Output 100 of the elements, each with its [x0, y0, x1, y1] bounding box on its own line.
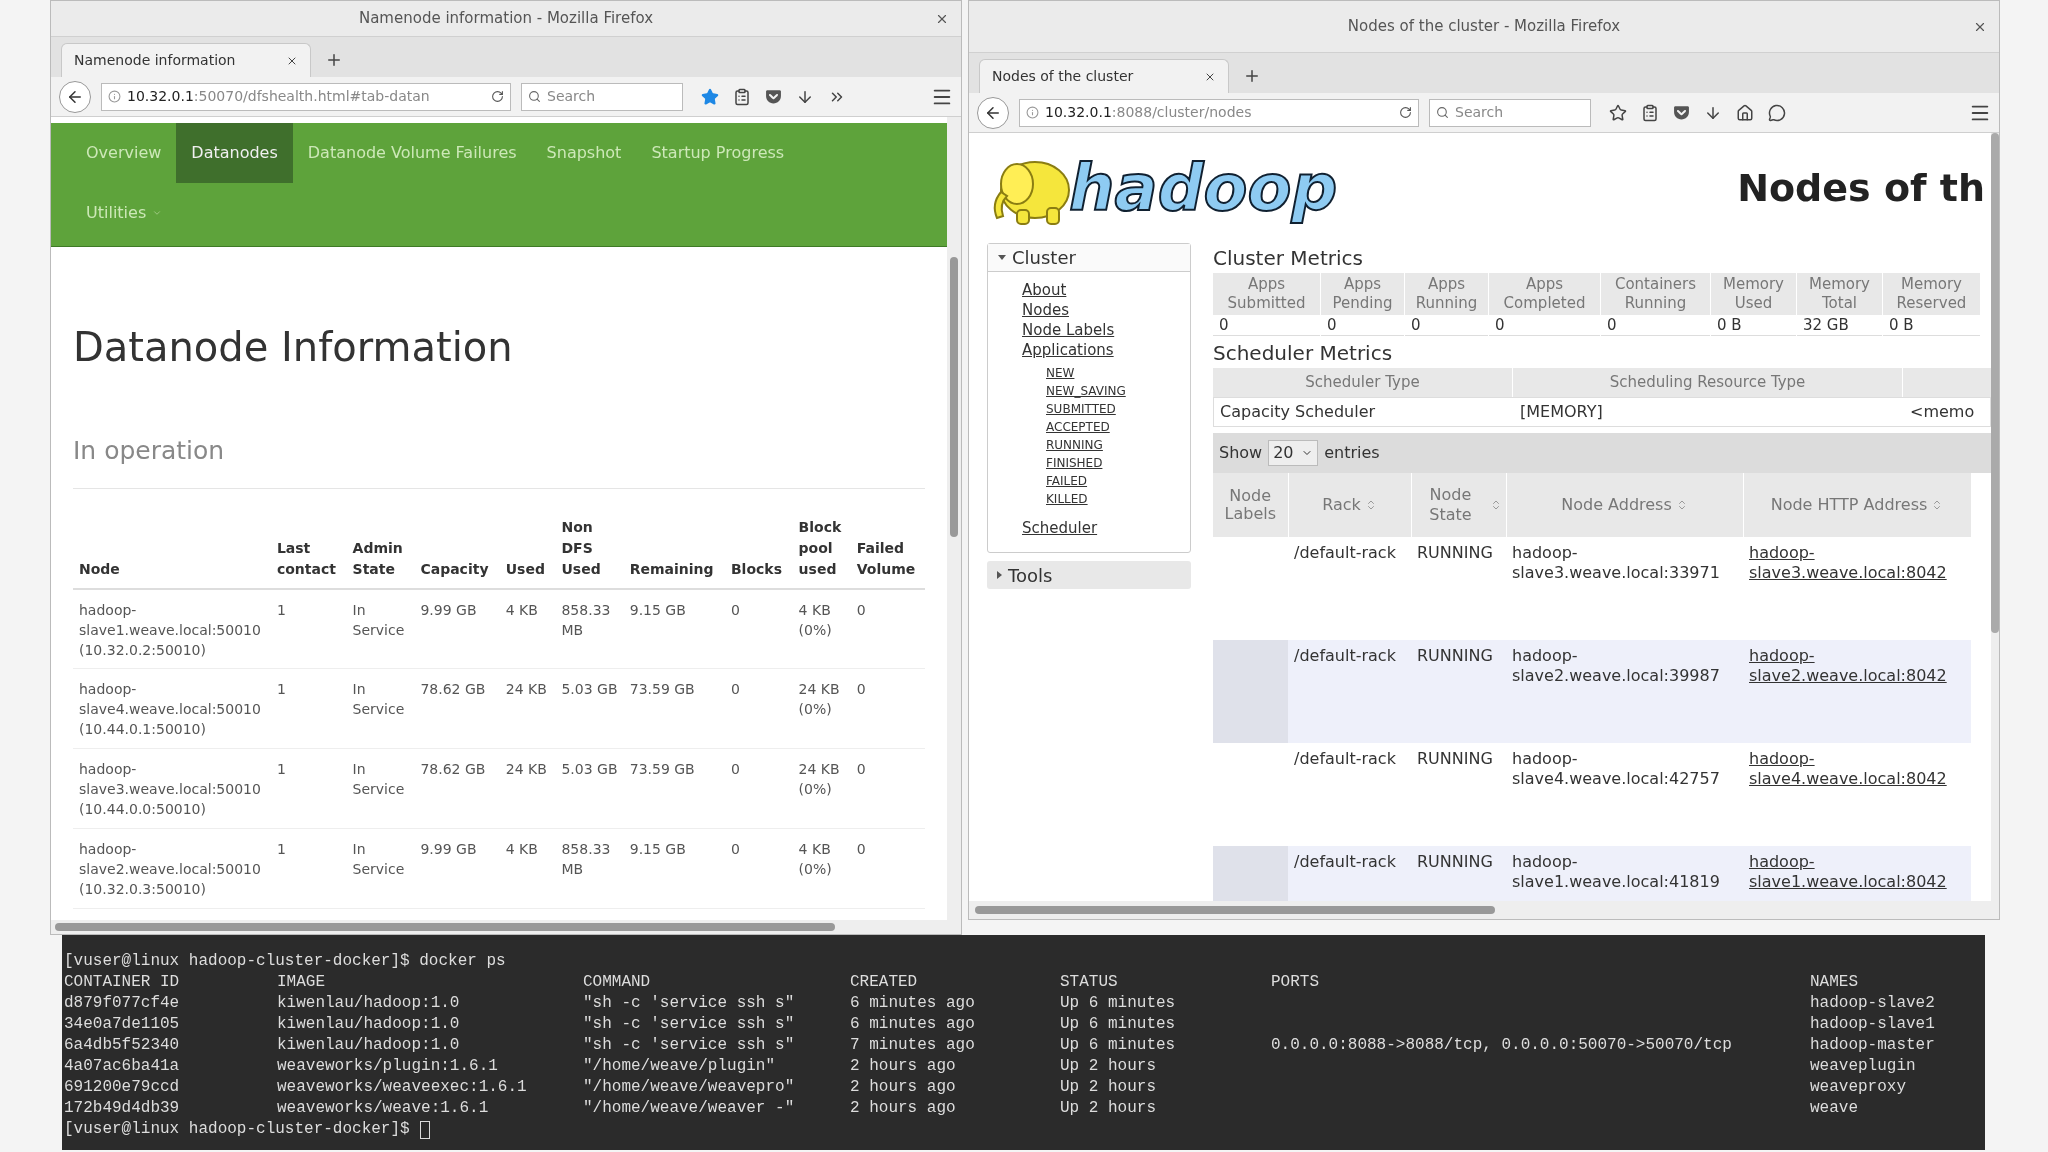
- nav-tab[interactable]: Datanodes: [176, 123, 293, 183]
- chat-icon[interactable]: [1768, 103, 1786, 122]
- column-header[interactable]: Node Labels: [1217, 486, 1284, 523]
- table-cell: 73.59 GB: [629, 681, 695, 697]
- sidebar-link[interactable]: Nodes: [1022, 300, 1190, 320]
- url-path: :50070/dfshealth.html#tab-datan: [193, 87, 431, 106]
- table-cell: 0 B: [1711, 315, 1796, 336]
- pocket-icon[interactable]: [1673, 104, 1690, 121]
- sidebar-link[interactable]: NEW_SAVING: [1046, 382, 1126, 400]
- address-field[interactable]: 10.32.0.1:8088/cluster/nodes: [1019, 98, 1419, 127]
- table-cell: hadoop-slave1.weave.local:50010 (10.32.0.2:50010): [79, 601, 261, 658]
- table-cell: 73.59 GB: [629, 761, 695, 777]
- scrollbar-thumb[interactable]: [55, 923, 835, 931]
- table-cell: 0: [1601, 315, 1710, 336]
- terminal-cell: kiwenlau/hadoop:1.0: [277, 1036, 460, 1054]
- table-cell: 0: [856, 761, 866, 777]
- table-cell: 9.99 GB: [420, 841, 477, 857]
- table-cell: hadoop-slave3.weave.local:33971: [1506, 536, 1743, 640]
- scrollbar-thumb[interactable]: [975, 906, 1495, 914]
- column-header[interactable]: Rack: [1322, 494, 1361, 515]
- browser-tab[interactable]: Namenode information: [61, 43, 311, 77]
- table-cell: In Service: [352, 761, 405, 797]
- terminal-cell: "sh -c 'service ssh s": [583, 994, 795, 1012]
- table-cell: 32 GB: [1797, 315, 1882, 336]
- table-cell: 0: [730, 841, 740, 857]
- sidebar-link[interactable]: About: [1022, 280, 1190, 300]
- terminal-cell: weave: [1810, 1099, 1858, 1117]
- search-field[interactable]: Search: [521, 82, 683, 111]
- table-cell: 0: [730, 761, 740, 777]
- info-icon[interactable]: [108, 90, 121, 103]
- terminal-cell: "/home/weave/weavepro": [583, 1078, 795, 1096]
- table-cell: hadoop-slave3.weave.local:50010 (10.44.0.0:50010): [79, 761, 261, 817]
- column-header: Block pool used: [798, 517, 843, 579]
- table-cell: 4 KB: [505, 841, 538, 857]
- node-link[interactable]: hadoop-slave2.weave.local:8042: [1749, 645, 1965, 686]
- new-tab-icon[interactable]: [325, 51, 343, 69]
- sidebar-link[interactable]: SUBMITTED: [1046, 400, 1116, 418]
- bookmark-star-icon[interactable]: [1609, 103, 1627, 122]
- sidebar-link[interactable]: KILLED: [1046, 490, 1088, 508]
- terminal-cell: Up 2 hours: [1060, 1099, 1156, 1117]
- terminal-cell: 2 hours ago: [850, 1078, 956, 1096]
- table-cell: 78.62 GB: [420, 681, 486, 697]
- sidebar-link[interactable]: Node Labels: [1022, 320, 1190, 340]
- entries-label: Show: [1219, 441, 1263, 464]
- terminal-cell: weaveplugin: [1810, 1057, 1916, 1075]
- table-cell: RUNNING: [1411, 639, 1506, 743]
- sidebar-link[interactable]: NEW: [1046, 364, 1075, 382]
- table-cell: hadoop-slave1.weave.local:41819: [1506, 845, 1743, 901]
- entries-select[interactable]: 20: [1268, 439, 1319, 466]
- table-cell: hadoop-slave4.weave.local:50010 (10.44.0.1:50010): [79, 681, 261, 737]
- terminal-cell: "sh -c 'service ssh s": [583, 1015, 795, 1033]
- sidebar-section[interactable]: Tools: [987, 561, 1191, 589]
- new-tab-icon[interactable]: [1243, 67, 1261, 85]
- table-cell: /default-rack: [1288, 742, 1411, 846]
- url-path: :8088/cluster/nodes: [1111, 103, 1253, 122]
- table-cell: 0: [730, 681, 740, 697]
- table-cell: 24 KB: [505, 761, 547, 777]
- search-field[interactable]: Search: [1429, 98, 1591, 127]
- address-field[interactable]: 10.32.0.1:50070/dfshealth.html#tab-datan: [101, 82, 511, 111]
- column-header: CREATED: [850, 973, 918, 991]
- column-header: Blocks: [730, 559, 783, 579]
- sidebar-link[interactable]: FINISHED: [1046, 454, 1103, 472]
- table-cell: Capacity Scheduler: [1220, 401, 1376, 421]
- scrollbar-thumb[interactable]: [950, 257, 958, 537]
- terminal-cell: weaveworks/weave:1.6.1: [277, 1099, 489, 1117]
- table-cell: 1: [276, 841, 286, 857]
- table-cell: /default-rack: [1288, 639, 1411, 743]
- pocket-icon[interactable]: [765, 88, 782, 105]
- back-button[interactable]: [977, 96, 1009, 129]
- column-header: Scheduling Resource Type: [1609, 373, 1806, 391]
- node-link[interactable]: hadoop-slave4.weave.local:8042: [1749, 748, 1965, 789]
- bookmark-star-icon[interactable]: [701, 87, 719, 106]
- sidebar-link[interactable]: ACCEPTED: [1046, 418, 1110, 436]
- expander-icon[interactable]: [997, 571, 1002, 579]
- sidebar-link[interactable]: Applications: [1022, 340, 1190, 360]
- home-icon[interactable]: [1736, 103, 1754, 122]
- scrollbar-thumb[interactable]: [1991, 133, 1999, 633]
- sidebar-link[interactable]: RUNNING: [1046, 436, 1103, 454]
- node-link[interactable]: hadoop-slave3.weave.local:8042: [1749, 542, 1965, 583]
- clipboard-icon[interactable]: [733, 87, 751, 106]
- sidebar-link[interactable]: Scheduler: [1022, 518, 1190, 538]
- column-header[interactable]: Node HTTP Address: [1770, 494, 1928, 515]
- column-header[interactable]: Node Address: [1561, 494, 1672, 515]
- column-header: Scheduler Type: [1305, 373, 1420, 391]
- back-button[interactable]: [59, 80, 91, 113]
- table-cell: In Service: [352, 601, 405, 638]
- expander-icon[interactable]: [998, 255, 1006, 260]
- column-header[interactable]: Node State: [1415, 484, 1486, 525]
- search-icon: [528, 90, 541, 103]
- sidebar-section[interactable]: Cluster: [988, 244, 1190, 272]
- info-icon[interactable]: [1026, 106, 1039, 119]
- reload-icon[interactable]: [491, 90, 504, 103]
- node-link[interactable]: hadoop-slave1.weave.local:8042: [1749, 851, 1965, 892]
- table-cell: 4 KB (0%): [798, 601, 832, 638]
- table-cell: 0: [1321, 315, 1404, 336]
- reload-icon[interactable]: [1399, 106, 1412, 119]
- clipboard-icon[interactable]: [1641, 103, 1659, 122]
- sidebar-link[interactable]: FAILED: [1046, 472, 1088, 490]
- browser-tab[interactable]: Nodes of the cluster: [979, 59, 1229, 93]
- window-title: Nodes of the cluster - Mozilla Firefox: [1347, 16, 1621, 38]
